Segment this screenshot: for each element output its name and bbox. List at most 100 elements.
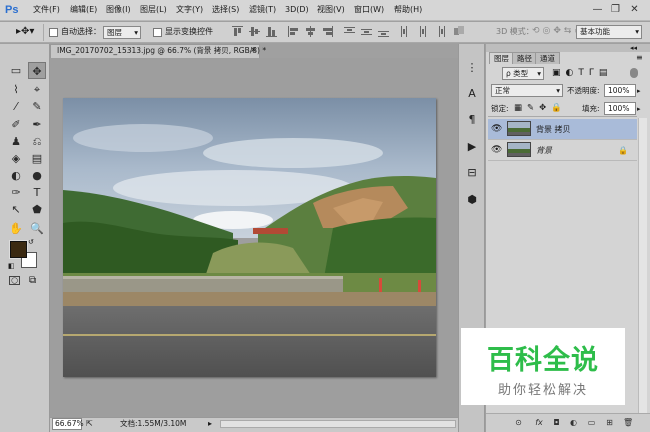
layer-filter-icons[interactable]: ▣◐TΓ▤: [552, 68, 612, 79]
auto-align-icon[interactable]: [454, 26, 465, 37]
align-bottom-icon[interactable]: [266, 26, 277, 37]
magic-wand-tool-icon[interactable]: ⌖: [28, 81, 46, 98]
adjustment-icon[interactable]: ◐: [569, 418, 578, 427]
menu-layer[interactable]: 图层(L): [140, 4, 167, 16]
link-icon[interactable]: ⊙: [514, 418, 523, 427]
chevron-down-icon: ▾: [537, 69, 541, 78]
horizontal-scrollbar[interactable]: [220, 420, 456, 428]
foreground-color-fill: [10, 241, 27, 258]
clone-stamp-tool-icon[interactable]: ♟: [7, 133, 25, 150]
close-document-icon[interactable]: ×: [250, 45, 257, 55]
menu-help[interactable]: 帮助(H): [394, 4, 422, 16]
gradient-tool-icon[interactable]: ▤: [28, 150, 46, 167]
auto-select-value: 图层: [107, 28, 122, 37]
align-left-icon[interactable]: [288, 26, 299, 37]
eyedropper-tool-icon[interactable]: ✎: [28, 98, 46, 115]
hand-tool-icon[interactable]: ✋: [7, 220, 25, 237]
trash-icon[interactable]: 🗑: [623, 418, 633, 427]
character-icon[interactable]: A: [463, 85, 481, 103]
layer-name[interactable]: 背景: [536, 145, 552, 156]
divider: [488, 116, 637, 117]
new-layer-icon[interactable]: ⊞: [605, 418, 614, 427]
menu-view[interactable]: 视图(V): [317, 4, 345, 16]
actions-play-icon[interactable]: ▶: [463, 138, 481, 156]
fill-field[interactable]: 100%: [604, 102, 636, 115]
blend-mode-dropdown[interactable]: 正常 ▾: [491, 84, 563, 97]
align-right-icon[interactable]: [322, 26, 333, 37]
minimize-button[interactable]: —: [590, 2, 605, 17]
crop-tool-icon[interactable]: ⁄: [7, 98, 25, 115]
status-menu-arrow-icon[interactable]: ▸: [208, 418, 212, 430]
eye-icon[interactable]: 👁: [491, 145, 502, 156]
swatch-history-icon[interactable]: ⋮: [463, 59, 481, 77]
filter-toggle-icon[interactable]: [630, 68, 638, 78]
menu-select[interactable]: 选择(S): [212, 4, 239, 16]
distribute-hcenter-icon[interactable]: [417, 26, 428, 37]
zoom-tool-icon[interactable]: 🔍: [28, 220, 46, 237]
distribute-vcenter-icon[interactable]: [361, 26, 372, 37]
close-window-button[interactable]: ✕: [627, 2, 642, 17]
dodge-tool-icon[interactable]: ●: [28, 167, 46, 184]
quick-mask-icon[interactable]: ◯: [9, 276, 20, 285]
marquee-tool-icon[interactable]: ▭: [7, 62, 25, 79]
menu-type[interactable]: 文字(Y): [176, 4, 203, 16]
chevron-right-icon[interactable]: ▸: [637, 85, 641, 97]
workspace-dropdown[interactable]: 基本功能 ▾: [576, 25, 642, 39]
show-transform-checkbox[interactable]: [153, 28, 162, 37]
align-vcenter-icon[interactable]: [249, 26, 260, 37]
paragraph-icon[interactable]: ¶: [463, 111, 481, 129]
healing-brush-tool-icon[interactable]: ✐: [7, 116, 25, 133]
3d-cube-icon[interactable]: ⬢: [463, 191, 481, 209]
tab-paths[interactable]: 路径: [512, 52, 537, 64]
menu-3d[interactable]: 3D(D): [285, 4, 309, 16]
distribute-right-icon[interactable]: [434, 26, 445, 37]
opacity-field[interactable]: 100%: [604, 84, 636, 97]
properties-icon[interactable]: ⊟: [463, 164, 481, 182]
lock-icons[interactable]: ▦✎✥🔒: [514, 102, 567, 115]
swap-colors-icon[interactable]: ↺: [28, 238, 34, 246]
align-hcenter-icon[interactable]: [305, 26, 316, 37]
tab-layers[interactable]: 图层: [489, 52, 514, 64]
brush-tool-icon[interactable]: ✒: [28, 116, 46, 133]
panel-menu-icon[interactable]: ≡: [636, 52, 643, 64]
auto-select-dropdown[interactable]: 图层 ▾: [103, 26, 141, 39]
path-selection-tool-icon[interactable]: ↖: [7, 201, 25, 218]
history-brush-tool-icon[interactable]: ⎌: [28, 133, 46, 150]
type-tool-icon[interactable]: T: [28, 184, 46, 201]
pen-tool-icon[interactable]: ✑: [7, 184, 25, 201]
menu-image[interactable]: 图像(I): [106, 4, 131, 16]
fx-icon[interactable]: fx: [533, 418, 545, 427]
menu-edit[interactable]: 编辑(E): [70, 4, 97, 16]
distribute-left-icon[interactable]: [400, 26, 411, 37]
menu-filter[interactable]: 滤镜(T): [249, 4, 276, 16]
menu-file[interactable]: 文件(F): [33, 4, 60, 16]
screen-mode-icon[interactable]: ⧉: [29, 275, 36, 286]
layer-name[interactable]: 背景 拷贝: [536, 124, 571, 135]
status-export-icon[interactable]: ⇱: [86, 418, 93, 430]
mask-icon[interactable]: ◘: [552, 418, 561, 427]
eraser-tool-icon[interactable]: ◈: [7, 150, 25, 167]
restore-button[interactable]: ❐: [608, 2, 623, 17]
menu-window[interactable]: 窗口(W): [354, 4, 384, 16]
zoom-field[interactable]: 66.67%: [52, 418, 84, 430]
distribute-top-icon[interactable]: [344, 26, 355, 37]
chevron-right-icon[interactable]: ▸: [637, 103, 641, 115]
shape-tool-icon[interactable]: ⬟: [28, 201, 46, 218]
auto-select-checkbox[interactable]: [49, 28, 58, 37]
collapse-panel-icon[interactable]: ◂◂: [630, 44, 637, 52]
lasso-tool-icon[interactable]: ⌇: [7, 81, 25, 98]
move-tool-preset-icon[interactable]: ▸✥▾: [16, 25, 34, 39]
blur-tool-icon[interactable]: ◐: [7, 167, 25, 184]
document-photo[interactable]: [63, 98, 436, 377]
tab-channels[interactable]: 通道: [535, 52, 560, 64]
distribute-bottom-icon[interactable]: [378, 26, 389, 37]
default-colors-icon[interactable]: ◧: [8, 262, 15, 270]
document-tab[interactable]: IMG_20170702_15313.jpg @ 66.7% (背景 拷贝, R…: [50, 44, 266, 58]
move-tool-icon[interactable]: ✥: [28, 62, 46, 79]
align-top-icon[interactable]: [232, 26, 243, 37]
group-icon[interactable]: ▭: [587, 418, 596, 427]
layers-scrollbar[interactable]: [638, 118, 647, 413]
layer-filter-label: ρ 类型: [506, 69, 529, 78]
layer-filter-dropdown[interactable]: ρ 类型 ▾: [502, 67, 544, 80]
eye-icon[interactable]: 👁: [491, 124, 502, 135]
